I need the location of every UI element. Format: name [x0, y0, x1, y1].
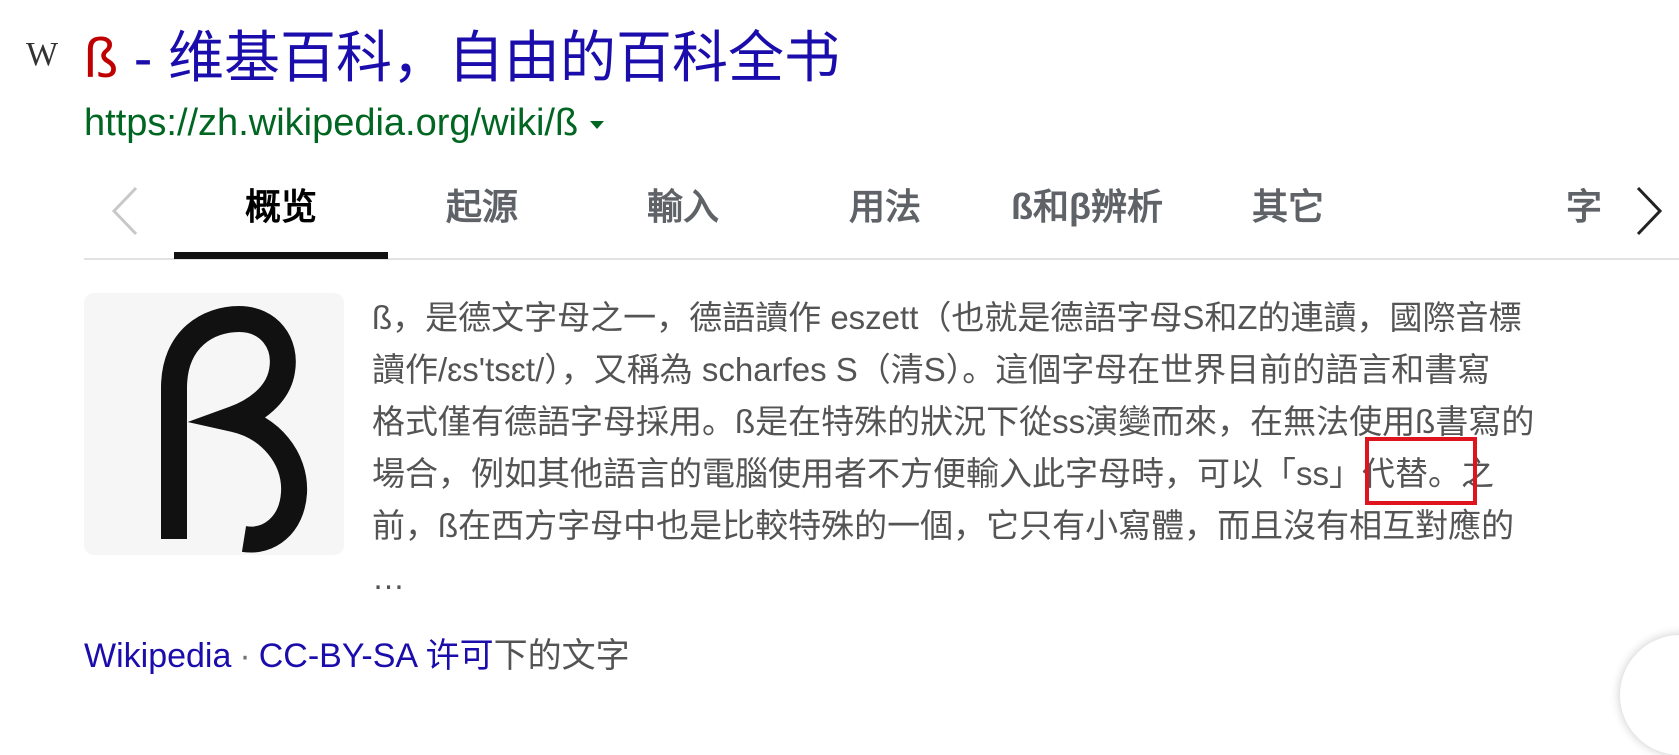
- tab-origin[interactable]: 起源: [375, 166, 589, 260]
- eszett-thumbnail[interactable]: [84, 293, 344, 555]
- tab-usage[interactable]: 用法: [778, 166, 992, 260]
- result-title-text: - 维基百科，自由的百科全书: [118, 26, 840, 89]
- footer-separator: ·: [239, 637, 251, 675]
- tab-input[interactable]: 輸入: [576, 166, 790, 260]
- caret-down-icon[interactable]: [590, 120, 605, 129]
- tab-eszett-vs-beta[interactable]: ß和β辨析: [980, 166, 1194, 260]
- active-tab-indicator: [174, 252, 388, 259]
- result-title-link[interactable]: ß - 维基百科，自由的百科全书: [84, 24, 840, 92]
- tab-overview[interactable]: 概览: [174, 166, 388, 260]
- snippet-line: 格式僅有德語字母採用。ß是在特殊的狀況下從ss演變而來，在無法使用ß書寫的: [372, 403, 1535, 440]
- snippet-ellipsis: …: [372, 559, 405, 596]
- result-url: https://zh.wikipedia.org/wiki/ß: [84, 102, 579, 144]
- ss-highlight-box: [1365, 437, 1477, 505]
- result-url-row: https://zh.wikipedia.org/wiki/ß: [84, 101, 605, 145]
- result-footer: Wikipedia · CC-BY-SA 许可下的文字: [84, 636, 630, 676]
- section-tabs: 概览 起源 輸入 用法 ß和β辨析 其它 字: [84, 166, 1679, 260]
- floating-action-button[interactable]: [1620, 635, 1679, 755]
- source-link[interactable]: Wikipedia: [84, 637, 231, 675]
- snippet-line: ß，是德文字母之一，德語讀作 eszett（也就是德語字母S和Z的連讀，國際音標: [372, 299, 1522, 336]
- result-snippet: ß，是德文字母之一，德語讀作 eszett（也就是德語字母S和Z的連讀，國際音標…: [372, 292, 1672, 604]
- snippet-line: 讀作/ɛs'tsɛt/），又稱為 scharfes S（清S）。這個字母在世界目…: [372, 351, 1491, 388]
- tab-other[interactable]: 其它: [1181, 166, 1395, 260]
- footer-text: 下的文字: [493, 637, 630, 675]
- wikipedia-icon: W: [26, 36, 58, 73]
- chevron-left-icon[interactable]: [110, 184, 140, 238]
- result-title-highlight: ß: [84, 26, 119, 89]
- chevron-right-icon[interactable]: [1634, 184, 1664, 238]
- license-link[interactable]: CC-BY-SA 许可: [259, 637, 494, 675]
- snippet-line: 前，ß在西方字母中也是比較特殊的一個，它只有小寫體，而且沒有相互對應的: [372, 507, 1515, 544]
- eszett-glyph-image: [161, 305, 308, 553]
- tab-character[interactable]: 字: [1566, 166, 1626, 260]
- snippet-line: 場合，例如其他語言的電腦使用者不方便輸入此字母時，可以「ss」代替。之: [372, 455, 1494, 492]
